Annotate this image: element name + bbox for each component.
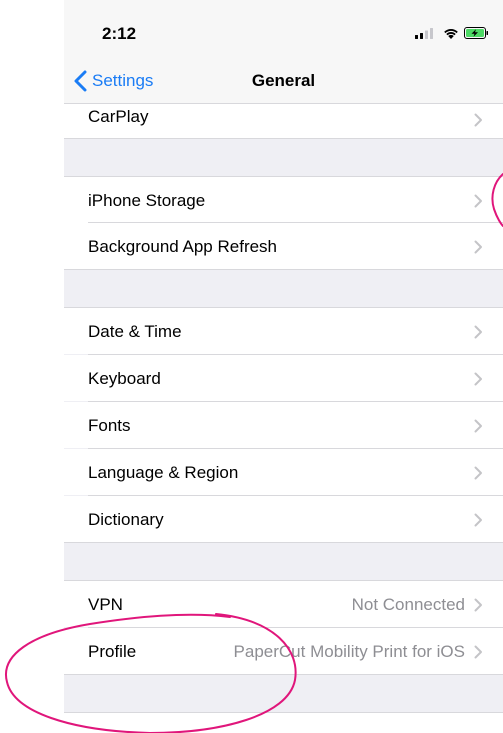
- cellular-signal-icon: [415, 28, 433, 39]
- settings-screen: 2:12 Settings General CarPlay iPhone Sto…: [64, 0, 503, 733]
- row-label: Fonts: [88, 416, 131, 435]
- status-bar: 2:12: [64, 0, 503, 60]
- row-dictionary[interactable]: Dictionary: [64, 496, 503, 542]
- chevron-right-icon: [474, 325, 482, 339]
- row-label: Date & Time: [88, 322, 182, 341]
- row-profile[interactable]: Profile PaperCut Mobility Print for iOS: [64, 628, 503, 674]
- row-language-region[interactable]: Language & Region: [64, 449, 503, 495]
- chevron-right-icon: [474, 372, 482, 386]
- row-background-app-refresh[interactable]: Background App Refresh: [64, 223, 503, 269]
- chevron-right-icon: [474, 513, 482, 527]
- row-date-time[interactable]: Date & Time: [64, 308, 503, 354]
- row-label: VPN: [88, 595, 123, 614]
- row-iphone-storage[interactable]: iPhone Storage: [64, 177, 503, 223]
- chevron-right-icon: [474, 645, 482, 659]
- row-fonts[interactable]: Fonts: [64, 402, 503, 448]
- row-label: Profile: [88, 642, 137, 661]
- divider: [64, 542, 503, 543]
- divider: [64, 674, 503, 675]
- divider: [64, 138, 503, 139]
- row-label: Dictionary: [88, 510, 164, 529]
- status-icons: [415, 27, 488, 39]
- row-label: Language & Region: [88, 463, 239, 482]
- battery-charging-icon: [464, 27, 488, 39]
- navigation-bar: Settings General: [64, 60, 503, 104]
- chevron-right-icon: [474, 113, 482, 127]
- row-vpn[interactable]: VPN Not Connected: [64, 581, 503, 627]
- row-keyboard[interactable]: Keyboard: [64, 355, 503, 401]
- row-label: Keyboard: [88, 369, 161, 388]
- row-label: iPhone Storage: [88, 191, 206, 210]
- wifi-icon: [444, 28, 458, 39]
- chevron-right-icon: [474, 466, 482, 480]
- chevron-right-icon: [474, 598, 482, 612]
- row-next[interactable]: [64, 713, 503, 733]
- row-label: Background App Refresh: [88, 237, 278, 256]
- row-carplay[interactable]: CarPlay: [64, 104, 503, 138]
- chevron-right-icon: [474, 419, 482, 433]
- vpn-status: Not Connected: [351, 595, 465, 614]
- status-time: 2:12: [102, 24, 137, 43]
- chevron-right-icon: [474, 194, 482, 208]
- profile-value: PaperCut Mobility Print for iOS: [233, 642, 465, 661]
- row-label: CarPlay: [88, 107, 149, 126]
- chevron-right-icon: [474, 240, 482, 254]
- divider: [64, 269, 503, 270]
- page-title: General: [251, 71, 316, 90]
